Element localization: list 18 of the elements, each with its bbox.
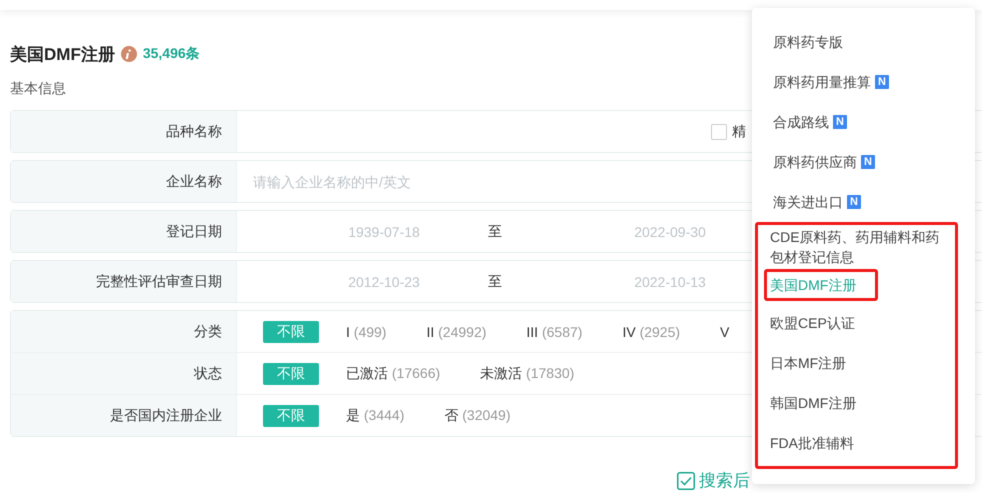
filter-label: 是否国内注册企业: [11, 395, 237, 436]
checkbox-label: 精: [732, 122, 746, 140]
new-badge: N: [875, 75, 889, 89]
field-label: 完整性评估审查日期: [11, 261, 237, 302]
field-label: 登记日期: [11, 211, 237, 252]
new-badge: N: [833, 115, 847, 129]
field-label: 品种名称: [11, 111, 237, 152]
filter-label: 状态: [11, 353, 237, 394]
filter-label: 分类: [11, 311, 237, 352]
section-title: 基本信息: [10, 80, 66, 98]
range-separator: 至: [488, 222, 502, 240]
range-separator: 至: [488, 272, 502, 290]
new-badge: N: [861, 155, 875, 169]
new-badge: N: [847, 195, 861, 209]
page-title: 美国DMF注册: [10, 44, 115, 66]
record-count: 35,496条: [142, 45, 200, 63]
field-label: 企业名称: [11, 161, 237, 202]
checkbox-label: 搜索后: [699, 470, 750, 492]
